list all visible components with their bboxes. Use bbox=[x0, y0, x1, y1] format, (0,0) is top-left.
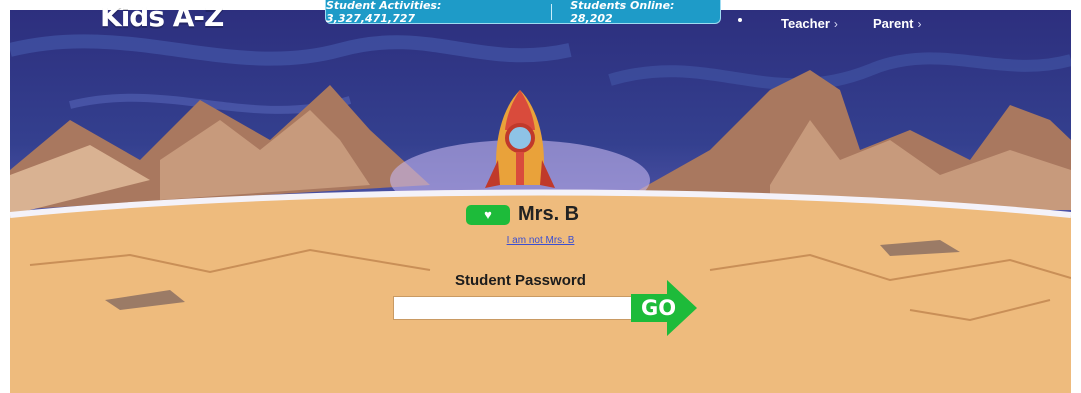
nav-parent-link[interactable]: Parent › bbox=[873, 16, 921, 31]
rocket-icon bbox=[485, 90, 555, 188]
heart-icon: ♥ bbox=[466, 204, 510, 225]
go-button-label: GO bbox=[641, 296, 677, 320]
teacher-identity: ♥ Mrs. B bbox=[466, 203, 579, 226]
space-background bbox=[10, 10, 1071, 393]
kids-az-logo[interactable]: Kids A-Z bbox=[100, 0, 224, 33]
chevron-right-icon: › bbox=[917, 16, 922, 31]
stats-bar: Student Activities: 3,327,471,727 Studen… bbox=[325, 0, 721, 25]
password-input[interactable] bbox=[393, 296, 633, 320]
student-activities-count: Student Activities: 3,327,471,727 bbox=[326, 0, 442, 25]
students-online-count: Students Online: 28,202 bbox=[570, 0, 675, 25]
nav-teacher-label: Teacher bbox=[781, 16, 830, 31]
planet-landscape-illustration bbox=[10, 18, 1071, 393]
chevron-right-icon: › bbox=[833, 16, 838, 31]
nav-parent-label: Parent bbox=[873, 16, 914, 31]
go-button[interactable]: GO bbox=[631, 280, 697, 336]
teacher-name: Mrs. B bbox=[518, 203, 580, 225]
password-label: Student Password bbox=[455, 272, 586, 289]
stats-divider bbox=[551, 3, 553, 20]
nav-teacher-link[interactable]: Teacher › bbox=[781, 16, 838, 31]
not-teacher-link[interactable]: I am not Mrs. B bbox=[0, 235, 1081, 246]
